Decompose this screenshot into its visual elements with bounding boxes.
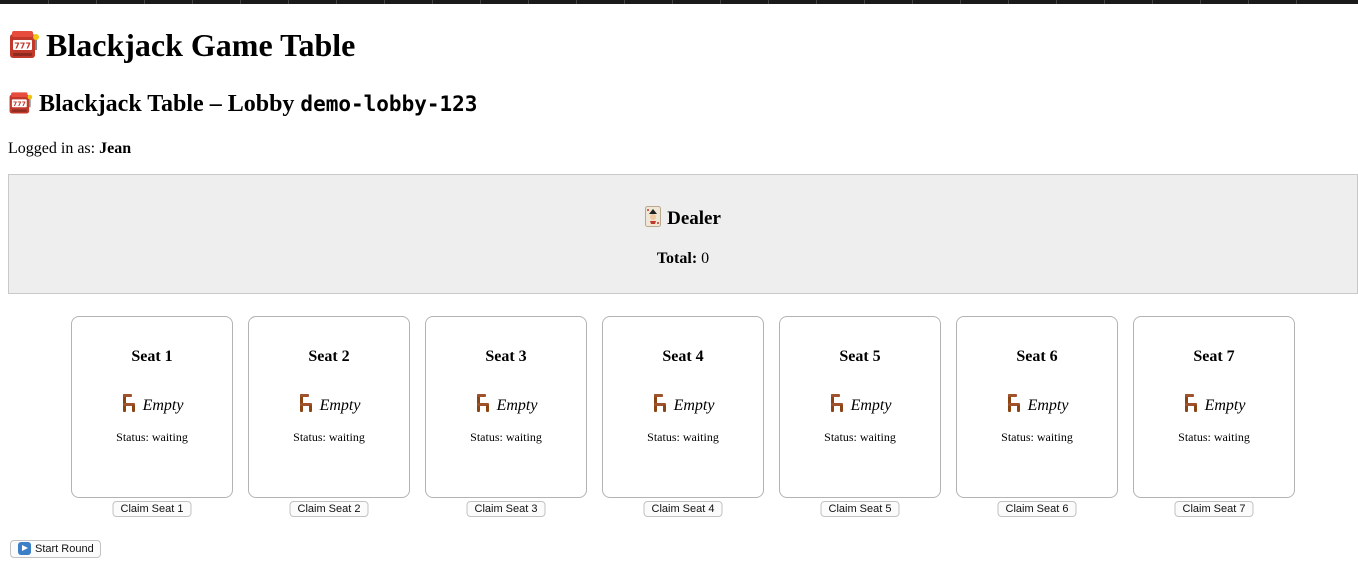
ruler-tick	[288, 0, 289, 4]
ruler-tick	[432, 0, 433, 4]
dealer-panel: Dealer Total: 0	[8, 174, 1358, 294]
seat-card-1: Seat 1 Empty Status: waiting	[71, 316, 233, 498]
page-title: 777 Blackjack Game Table	[8, 24, 355, 70]
dealer-total-label: Total:	[656, 250, 698, 267]
seat-occupant: Empty	[249, 393, 409, 420]
seat-card-6: Seat 6 Empty Status: waiting	[956, 316, 1118, 498]
start-round-label: Start Round	[35, 543, 94, 555]
lobby-title: 777 Blackjack Table – Lobby demo-lobby-1…	[8, 88, 477, 124]
dealer-title: Dealer	[9, 205, 1357, 236]
dealer-total: Total: 0	[9, 249, 1357, 269]
ruler-tick	[384, 0, 385, 4]
claim-seat-3-button[interactable]: Claim Seat 3	[466, 501, 546, 517]
seat-occupant-text: Empty	[142, 397, 184, 414]
login-status: Logged in as: Jean	[8, 139, 131, 159]
seat-card-2: Seat 2 Empty Status: waiting	[248, 316, 410, 498]
ruler-tick	[1056, 0, 1057, 4]
svg-text:777: 777	[13, 101, 26, 108]
seat-name: Seat 7	[1193, 348, 1235, 365]
claim-seat-2-button[interactable]: Claim Seat 2	[289, 501, 369, 517]
claim-seat-1-button[interactable]: Claim Seat 1	[112, 501, 192, 517]
ruler-tick	[864, 0, 865, 4]
seat-status: Status: waiting	[647, 430, 719, 444]
ruler-tick	[240, 0, 241, 4]
seat-status: Status: waiting	[1178, 430, 1250, 444]
chair-icon	[1183, 393, 1199, 420]
svg-text:777: 777	[14, 42, 31, 51]
seat-status: Status: waiting	[1001, 430, 1073, 444]
ruler-tick	[960, 0, 961, 4]
ruler-tick	[816, 0, 817, 4]
ruler-tick	[96, 0, 97, 4]
ruler-tick	[192, 0, 193, 4]
page-title-text: Blackjack Game Table	[46, 27, 356, 63]
seat-occupant: Empty	[1134, 393, 1294, 420]
ruler-tick	[1152, 0, 1153, 4]
seat-status: Status: waiting	[293, 430, 365, 444]
seat-card-7: Seat 7 Empty Status: waiting	[1133, 316, 1295, 498]
ruler-tick	[144, 0, 145, 4]
play-button-icon	[18, 542, 31, 555]
seat-name: Seat 4	[662, 348, 704, 365]
seat-status: Status: waiting	[824, 430, 896, 444]
seat-occupant: Empty	[426, 393, 586, 420]
slot-machine-icon: 777	[8, 90, 33, 124]
browser-top-strip	[0, 0, 1358, 4]
ruler-tick	[720, 0, 721, 4]
seat-occupant-text: Empty	[673, 397, 715, 414]
chair-icon	[298, 393, 314, 420]
dealer-title-text: Dealer	[667, 208, 721, 229]
seat-card-5: Seat 5 Empty Status: waiting	[779, 316, 941, 498]
seat-status: Status: waiting	[116, 430, 188, 444]
lobby-id: demo-lobby-123	[300, 92, 478, 116]
seat-occupant: Empty	[603, 393, 763, 420]
claim-seat-4-button[interactable]: Claim Seat 4	[643, 501, 723, 517]
ruler-tick	[768, 0, 769, 4]
ruler-tick	[912, 0, 913, 4]
ruler-tick	[480, 0, 481, 4]
ruler-tick	[1248, 0, 1249, 4]
ruler-tick	[1296, 0, 1297, 4]
claim-seat-6-button[interactable]: Claim Seat 6	[997, 501, 1077, 517]
start-round-button[interactable]: Start Round	[10, 540, 101, 558]
seat-occupant: Empty	[72, 393, 232, 420]
joker-card-icon	[645, 206, 662, 236]
lobby-title-prefix: Blackjack Table – Lobby	[39, 91, 301, 117]
ruler-tick	[1104, 0, 1105, 4]
seat-card-4: Seat 4 Empty Status: waiting	[602, 316, 764, 498]
seat-name: Seat 1	[131, 348, 173, 365]
ruler-tick	[672, 0, 673, 4]
ruler-tick	[576, 0, 577, 4]
ruler-tick	[528, 0, 529, 4]
seat-name: Seat 6	[1016, 348, 1058, 365]
chair-icon	[829, 393, 845, 420]
dealer-total-value: 0	[701, 250, 710, 267]
login-label: Logged in as:	[8, 140, 100, 157]
chair-icon	[652, 393, 668, 420]
ruler-tick	[48, 0, 49, 4]
seat-occupant: Empty	[957, 393, 1117, 420]
ruler-tick	[336, 0, 337, 4]
claim-seat-7-button[interactable]: Claim Seat 7	[1174, 501, 1254, 517]
ruler-tick	[1200, 0, 1201, 4]
seat-name: Seat 3	[485, 348, 527, 365]
seat-name: Seat 5	[839, 348, 881, 365]
chair-icon	[475, 393, 491, 420]
seat-name: Seat 2	[308, 348, 350, 365]
claim-seat-5-button[interactable]: Claim Seat 5	[820, 501, 900, 517]
slot-machine-icon: 777	[8, 28, 40, 70]
username: Jean	[99, 140, 132, 157]
ruler-tick	[1008, 0, 1009, 4]
seat-occupant-text: Empty	[496, 397, 538, 414]
seat-occupant-text: Empty	[1027, 397, 1069, 414]
ruler-tick	[624, 0, 625, 4]
seat-status: Status: waiting	[470, 430, 542, 444]
seat-occupant-text: Empty	[319, 397, 361, 414]
chair-icon	[121, 393, 137, 420]
seat-occupant-text: Empty	[1204, 397, 1246, 414]
chair-icon	[1006, 393, 1022, 420]
seat-occupant: Empty	[780, 393, 940, 420]
seat-occupant-text: Empty	[850, 397, 892, 414]
seat-card-3: Seat 3 Empty Status: waiting	[425, 316, 587, 498]
